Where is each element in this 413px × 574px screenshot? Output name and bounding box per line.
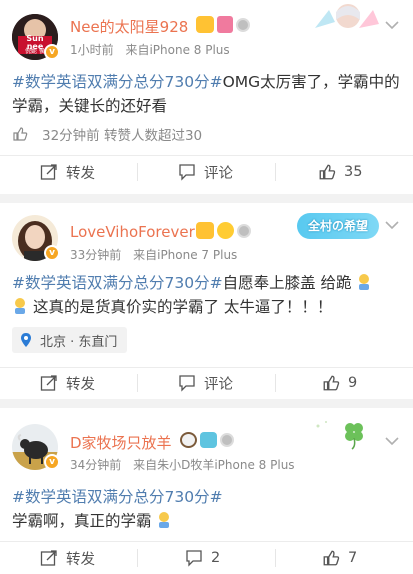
username[interactable]: LoveVihoForever: [70, 223, 195, 241]
comment-icon: [186, 550, 202, 567]
verified-icon: v: [44, 44, 60, 60]
crown-badge-icon: [196, 16, 214, 33]
action-separator: [275, 163, 276, 181]
post-text: #数学英语双满分总分730分#OMG太厉害了，学霸中的学霸，关键长的还好看: [12, 70, 403, 118]
hashtag-link[interactable]: #数学英语双满分总分730分#: [12, 73, 223, 91]
post-source: 来自iPhone 7 Plus: [133, 248, 238, 262]
repost-label: 转发: [66, 165, 95, 182]
verified-icon: v: [44, 245, 60, 261]
repost-icon: [40, 164, 57, 180]
repost-stats[interactable]: 32分钟前 转赞人数超过30: [12, 124, 202, 144]
comment-button[interactable]: 评论: [178, 162, 233, 182]
comment-label: 评论: [204, 376, 233, 393]
like-count: 9: [348, 375, 358, 391]
medal-badge-icon: [237, 224, 251, 238]
action-separator: [275, 374, 276, 392]
vip-badge-icons: [180, 432, 234, 448]
medal-badge-icon: [220, 433, 234, 447]
repost-button[interactable]: 转发: [40, 373, 95, 393]
repost-icon: [40, 550, 57, 566]
like-button[interactable]: 7: [322, 548, 357, 568]
action-separator: [137, 549, 138, 567]
post-card-2: v LoveVihoForever 全村の希望 33分钟前 来自iPhone 7…: [0, 203, 413, 399]
comment-label: 评论: [204, 165, 233, 182]
location-tag[interactable]: 北京 · 东直门: [12, 327, 128, 353]
post-text: #数学英语双满分总分730分# 学霸啊，真正的学霸: [12, 485, 403, 533]
action-divider: [0, 541, 413, 542]
like-icon: [323, 375, 340, 391]
post-card-1: Sun nee 倪妮 侯 v Nee的太阳星928 1小时前 来自iPhone …: [0, 0, 413, 194]
chevron-down-icon[interactable]: [385, 436, 399, 446]
comment-icon: [179, 375, 195, 392]
post-time: 1小时前: [70, 43, 114, 57]
sunglasses-emoji-icon: [217, 222, 234, 239]
like-icon: [13, 127, 28, 141]
location-text: 北京 · 东直门: [40, 334, 118, 350]
kneel-emoji-icon: [159, 512, 170, 528]
hashtag-link[interactable]: #数学英语双满分总分730分#: [12, 274, 223, 292]
post-time: 34分钟前: [70, 458, 122, 472]
post-time: 33分钟前: [70, 248, 122, 262]
chevron-down-icon[interactable]: [385, 220, 399, 230]
post-body-line2: 学霸啊，真正的学霸: [12, 512, 152, 530]
kneel-emoji-icon: [359, 274, 370, 290]
like-icon: [319, 164, 336, 180]
like-button[interactable]: 9: [322, 373, 357, 393]
action-separator: [137, 163, 138, 181]
post-time-source: 33分钟前 来自iPhone 7 Plus: [70, 246, 237, 263]
post-body: 自愿奉上膝盖 给跪: [222, 274, 352, 292]
gift-badge-icon: [217, 16, 233, 33]
repost-button[interactable]: 转发: [40, 162, 95, 182]
like-button[interactable]: 35: [318, 162, 362, 182]
vip-badge-icons: [196, 222, 251, 239]
decor-card-art: [305, 2, 385, 34]
repost-stats-text: 32分钟前 转赞人数超过30: [42, 128, 203, 144]
kneel-emoji-icon: [15, 298, 25, 314]
post-time-source: 1小时前 来自iPhone 8 Plus: [70, 41, 230, 58]
custom-badge-text: 全村の希望: [307, 219, 368, 233]
medal-badge-icon: [236, 18, 250, 32]
action-separator: [137, 374, 138, 392]
action-separator: [275, 549, 276, 567]
repost-label: 转发: [66, 376, 95, 393]
custom-badge: 全村の希望: [297, 213, 379, 239]
repost-icon: [40, 375, 57, 391]
repost-label: 转发: [66, 551, 95, 568]
hashtag-link[interactable]: #数学英语双满分总分730分#: [12, 488, 223, 506]
crown-badge-icon: [196, 222, 214, 239]
sheep-badge-icon: [180, 432, 197, 448]
like-count: 35: [344, 164, 363, 180]
comment-count: 2: [211, 550, 221, 566]
username[interactable]: Nee的太阳星928: [70, 16, 188, 37]
action-divider: [0, 155, 413, 156]
vip-badge-icons: [196, 16, 250, 33]
repost-button[interactable]: 转发: [40, 548, 95, 568]
post-source: 来自朱小D牧羊iPhone 8 Plus: [133, 458, 295, 472]
post-card-3: v D家牧场只放羊 34分钟前 来自朱小D牧羊iPhone 8 Plus #数学…: [0, 408, 413, 574]
comment-button[interactable]: 评论: [178, 373, 233, 393]
location-icon: [21, 333, 31, 347]
action-divider: [0, 367, 413, 368]
like-count: 7: [348, 550, 358, 566]
post-source: 来自iPhone 8 Plus: [125, 43, 230, 57]
verified-icon: v: [44, 454, 60, 470]
chevron-down-icon[interactable]: [385, 20, 399, 30]
camera-badge-icon: [200, 432, 217, 448]
username[interactable]: D家牧场只放羊: [70, 432, 172, 453]
post-body-line2: 这真的是货真价实的学霸了 太牛逼了！！！: [32, 298, 333, 316]
post-time-source: 34分钟前 来自朱小D牧羊iPhone 8 Plus: [70, 456, 295, 473]
like-icon: [323, 550, 340, 566]
comment-icon: [179, 164, 195, 181]
post-text: #数学英语双满分总分730分#自愿奉上膝盖 给跪 这真的是货真价实的学霸了 太牛…: [12, 271, 403, 319]
comment-button[interactable]: 2: [185, 548, 220, 568]
clover-decoration-icon: [316, 421, 363, 450]
